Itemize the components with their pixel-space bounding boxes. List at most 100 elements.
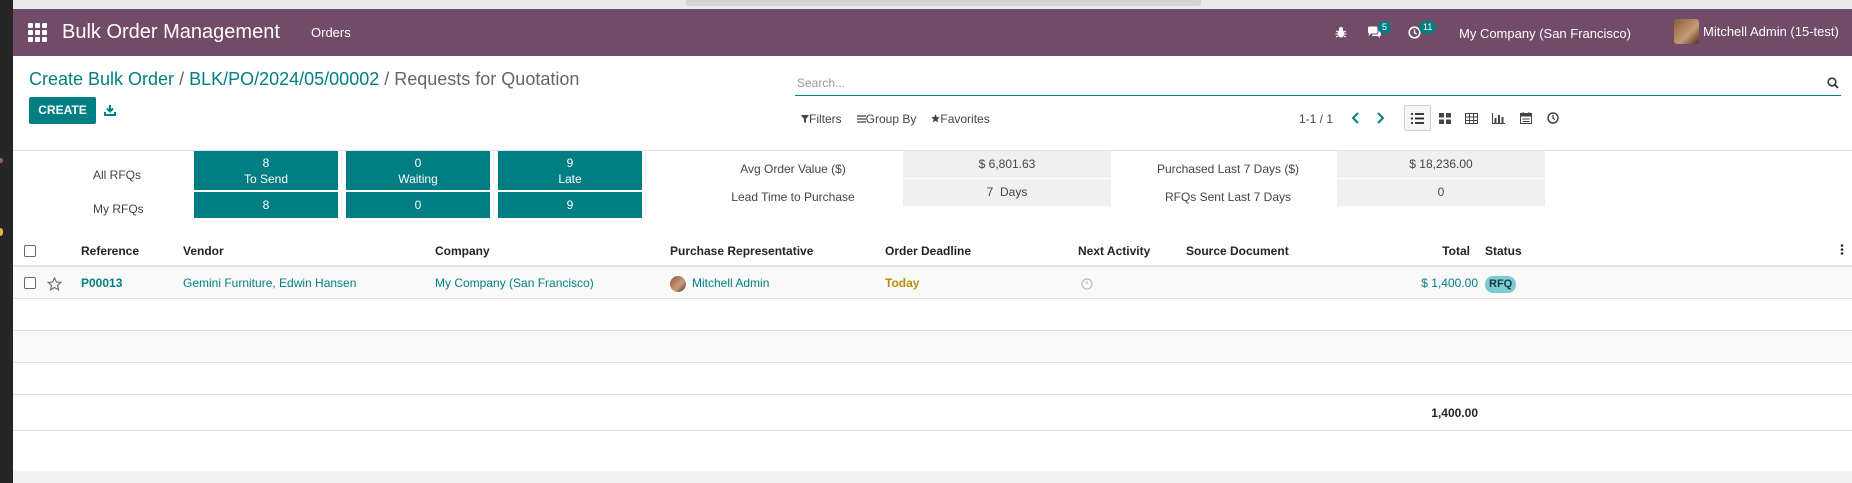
tile-label: Late <box>558 172 582 186</box>
table-footer: 1,400.00 <box>13 395 1852 431</box>
row-vendor[interactable]: Gemini Furniture, Edwin Hansen <box>183 267 356 299</box>
calendar-view-icon[interactable] <box>1512 105 1539 131</box>
filters-toggle[interactable]: Filters <box>801 112 842 126</box>
col-reference[interactable]: Reference <box>81 235 139 267</box>
activities-badge: 11 <box>1419 21 1437 34</box>
breadcrumb: Create Bulk Order / BLK/PO/2024/05/00002… <box>29 69 579 90</box>
tile-value: 8 <box>262 156 270 170</box>
search-input[interactable] <box>795 73 1815 93</box>
avg-order-label: Avg Order Value ($) <box>740 162 846 176</box>
tile-my-to-send[interactable]: 8 <box>194 192 338 218</box>
table-row[interactable]: P00013 Gemini Furniture, Edwin Hansen My… <box>13 267 1852 299</box>
tile-label: To Send <box>243 172 289 186</box>
favorites-toggle[interactable]: Favorites <box>931 112 990 126</box>
breadcrumb-create-bulk-order[interactable]: Create Bulk Order <box>29 69 174 89</box>
apps-menu-icon[interactable] <box>28 23 47 42</box>
row-checkbox[interactable] <box>24 277 36 289</box>
download-icon[interactable] <box>104 104 116 116</box>
tile-all-to-send[interactable]: 8 To Send <box>194 151 338 190</box>
user-name: Mitchell Admin (15-test) <box>1703 24 1839 39</box>
create-button[interactable]: CREATE <box>29 97 96 124</box>
main-navbar: Bulk Order Management Orders 5 11 My Com… <box>13 9 1852 56</box>
empty-row <box>13 363 1852 395</box>
groupby-label: Group By <box>865 112 917 126</box>
col-total[interactable]: Total <box>1433 235 1470 267</box>
avg-order-value: $ 6,801.63 <box>903 151 1111 178</box>
search-icon[interactable] <box>1827 77 1839 89</box>
groupby-toggle[interactable]: Group By <box>856 112 917 126</box>
rfqs-sent-7d-value: 0 <box>1337 179 1545 206</box>
search-bar <box>795 73 1841 96</box>
rfq-dashboard: All RFQs My RFQs 8 To Send 0 Waiting 9 L… <box>13 151 1852 239</box>
col-order-deadline[interactable]: Order Deadline <box>885 235 971 267</box>
favorites-label: Favorites <box>940 112 990 126</box>
browser-tab[interactable] <box>686 0 1201 6</box>
pager-previous-icon[interactable] <box>1347 108 1365 128</box>
col-vendor[interactable]: Vendor <box>183 235 224 267</box>
lead-time-label: Lead Time to Purchase <box>731 190 855 204</box>
breadcrumb-separator: / <box>174 69 190 89</box>
list-view-icon[interactable] <box>1404 105 1431 131</box>
purchased-7d-label: Purchased Last 7 Days ($) <box>1156 162 1300 176</box>
tile-my-waiting[interactable]: 0 <box>346 192 490 218</box>
user-menu[interactable]: Mitchell Admin (15-test) <box>1674 19 1839 44</box>
filters-label: Filters <box>809 112 842 126</box>
kanban-view-icon[interactable] <box>1431 105 1458 131</box>
bars-icon <box>856 115 866 123</box>
view-switcher <box>1404 105 1566 131</box>
activities-icon[interactable]: 11 <box>1408 9 1437 56</box>
breadcrumb-current: Requests for Quotation <box>394 69 580 89</box>
avatar <box>1674 19 1699 44</box>
bottom-strip <box>13 471 1852 483</box>
row-company[interactable]: My Company (San Francisco) <box>435 267 594 299</box>
optional-columns-icon[interactable] <box>1840 235 1844 267</box>
left-window-strip <box>0 0 13 483</box>
tile-value: 9 <box>566 156 574 170</box>
pivot-view-icon[interactable] <box>1458 105 1485 131</box>
select-all-checkbox[interactable] <box>24 245 36 257</box>
all-rfqs-label: All RFQs <box>93 168 141 182</box>
graph-view-icon[interactable] <box>1485 105 1512 131</box>
activity-view-icon[interactable] <box>1539 105 1566 131</box>
row-order-deadline: Today <box>885 276 920 290</box>
tile-all-waiting[interactable]: 0 Waiting <box>346 151 490 190</box>
row-reference[interactable]: P00013 <box>81 267 122 299</box>
company-switcher[interactable]: My Company (San Francisco) <box>1459 26 1631 41</box>
rep-avatar <box>670 275 686 292</box>
row-total: $ 1,400.00 <box>1421 276 1478 290</box>
rep-name: Mitchell Admin <box>692 276 770 290</box>
row-purchase-rep[interactable]: Mitchell Admin <box>670 267 769 299</box>
empty-row <box>13 299 1852 331</box>
debug-icon[interactable] <box>1335 9 1347 56</box>
col-status[interactable]: Status <box>1485 235 1522 267</box>
col-next-activity[interactable]: Next Activity <box>1078 235 1150 267</box>
strip-marker <box>0 158 3 163</box>
rfqs-sent-7d-label: RFQs Sent Last 7 Days <box>1164 190 1292 204</box>
tile-my-late[interactable]: 9 <box>498 192 642 218</box>
browser-top-bar <box>13 0 1852 9</box>
app-brand[interactable]: Bulk Order Management <box>62 21 280 44</box>
my-rfqs-label: My RFQs <box>93 202 144 216</box>
filter-icon <box>801 115 809 123</box>
control-panel: Create Bulk Order / BLK/PO/2024/05/00002… <box>13 56 1852 151</box>
rfq-list: Reference Vendor Company Purchase Repres… <box>13 235 1852 431</box>
pager-next-icon[interactable] <box>1371 108 1389 128</box>
tile-all-late[interactable]: 9 Late <box>498 151 642 190</box>
col-company[interactable]: Company <box>435 235 490 267</box>
activity-clock-icon[interactable] <box>1081 267 1093 299</box>
priority-star-icon[interactable] <box>46 267 63 299</box>
breadcrumb-bulk-order-ref[interactable]: BLK/PO/2024/05/00002 <box>189 69 379 89</box>
footer-total: 1,400.00 <box>1431 406 1478 420</box>
breadcrumb-separator: / <box>379 69 395 89</box>
col-source-document[interactable]: Source Document <box>1186 235 1289 267</box>
messages-icon[interactable]: 5 <box>1367 9 1392 56</box>
menu-orders[interactable]: Orders <box>311 25 351 40</box>
purchased-7d-value: $ 18,236.00 <box>1337 151 1545 178</box>
lead-time-value: 7 Days <box>903 179 1111 206</box>
strip-marker <box>0 228 3 236</box>
status-badge: RFQ <box>1485 276 1517 293</box>
pager-value[interactable]: 1-1 / 1 <box>1299 112 1333 126</box>
col-purchase-rep[interactable]: Purchase Representative <box>670 235 813 267</box>
odoo-app: Bulk Order Management Orders 5 11 My Com… <box>13 9 1852 483</box>
row-status: RFQ <box>1485 267 1517 299</box>
